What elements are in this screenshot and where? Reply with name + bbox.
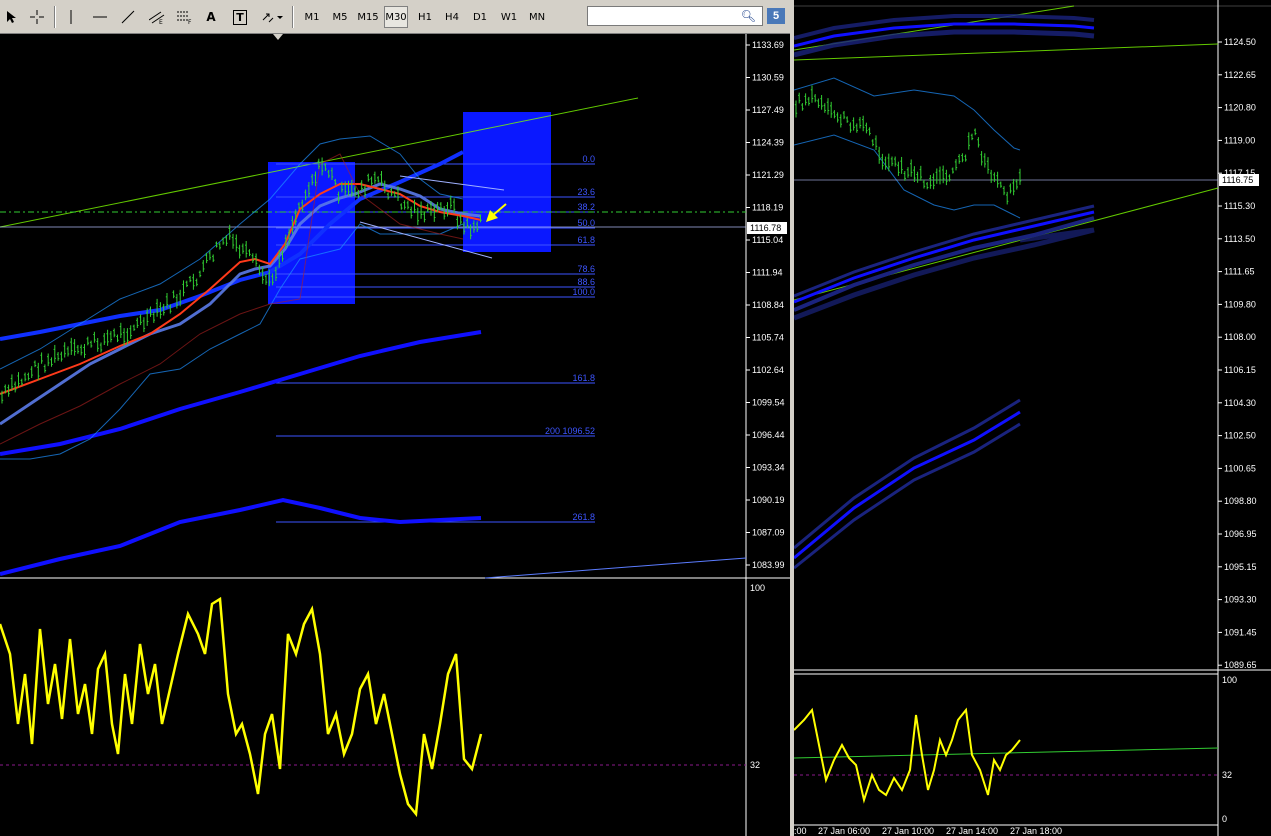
fib-label: 200 1096.52 (545, 426, 595, 436)
fib-label: 0.0 (582, 154, 595, 164)
right-price-label: 1104.30 (1224, 398, 1256, 408)
chart-toolbar: E F A T 🔍︎ 5 M1 M5 M15 M30 H1 H4 D1 W1 MN (0, 0, 790, 34)
price-label: 1124.39 (752, 138, 784, 148)
time-label: :00 (794, 826, 807, 836)
right-price-label: 1120.80 (1224, 103, 1256, 113)
vertical-line-icon[interactable] (62, 6, 80, 28)
fib-label: 100.0 (572, 287, 595, 297)
notification-badge[interactable]: 5 (767, 8, 785, 24)
timeframe-m15[interactable]: M15 (356, 6, 380, 28)
time-label: 27 Jan 06:00 (818, 826, 870, 836)
arrows-menu-icon[interactable] (258, 6, 286, 28)
right-osc-level-0: 0 (1222, 814, 1227, 824)
fib-label: 78.6 (577, 264, 595, 274)
right-price-label: 1108.00 (1224, 332, 1256, 342)
timeframe-h1[interactable]: H1 (413, 6, 437, 28)
right-price-label: 1095.15 (1224, 562, 1257, 572)
right-current-price-label: 1116.75 (1222, 175, 1253, 185)
right-price-label: 1091.45 (1224, 627, 1257, 637)
timeframe-h4[interactable]: H4 (440, 6, 464, 28)
price-label: 1118.19 (752, 203, 783, 213)
timeframe-m1[interactable]: M1 (300, 6, 324, 28)
fibonacci-retracement-icon[interactable]: F (174, 6, 196, 28)
right-osc-level-32: 32 (1222, 770, 1232, 780)
time-label: 27 Jan 18:00 (1010, 826, 1062, 836)
price-label: 1121.29 (752, 170, 784, 180)
fib-label: 261.8 (572, 512, 595, 522)
fib-label: 88.6 (577, 277, 595, 287)
price-label: 1093.34 (752, 463, 785, 473)
current-price-label: 1116.78 (750, 223, 781, 233)
price-label: 1087.09 (752, 528, 785, 538)
price-label: 1083.99 (752, 560, 785, 570)
text-label-letter: T (233, 9, 247, 25)
horizontal-line-icon[interactable] (90, 6, 110, 28)
right-price-label: 1113.50 (1224, 234, 1255, 244)
timeframe-d1[interactable]: D1 (468, 6, 492, 28)
trendline-icon[interactable] (118, 6, 138, 28)
timeframe-mn[interactable]: MN (525, 6, 549, 28)
search-input[interactable]: 🔍︎ (587, 6, 763, 26)
right-price-label: 1093.30 (1224, 595, 1257, 605)
right-price-label: 1106.15 (1224, 365, 1256, 375)
timeframe-m30[interactable]: M30 (384, 6, 408, 28)
price-label: 1108.84 (752, 300, 784, 310)
osc-level-32: 32 (750, 760, 760, 770)
price-label: 1111.94 (752, 268, 783, 278)
price-label: 1127.49 (752, 105, 784, 115)
osc-level-100: 100 (750, 583, 765, 593)
time-label: 27 Jan 14:00 (946, 826, 998, 836)
fib-label: 23.6 (577, 187, 595, 197)
equidistant-channel-icon[interactable]: E (146, 6, 168, 28)
text-label-button[interactable]: T (230, 6, 250, 28)
left-chart[interactable]: 1133.69 1130.59 1127.49 1124.39 1121.29 1118.… (0, 34, 790, 836)
cursor-arrow-icon[interactable] (2, 6, 22, 28)
right-osc-level-100: 100 (1222, 675, 1237, 685)
price-label: 1115.04 (752, 235, 783, 245)
right-price-label: 1122.65 (1224, 70, 1256, 80)
target-zone-box (463, 112, 551, 252)
fib-label: 61.8 (577, 235, 595, 245)
time-label: 27 Jan 10:00 (882, 826, 934, 836)
fib-label: 38.2 (577, 202, 595, 212)
price-label: 1090.19 (752, 495, 785, 505)
right-price-label: 1111.65 (1224, 267, 1255, 277)
right-price-label: 1100.65 (1224, 463, 1256, 473)
svg-text:E: E (159, 19, 163, 24)
right-price-label: 1096.95 (1224, 529, 1257, 539)
price-label: 1105.74 (752, 333, 784, 343)
timeframe-w1[interactable]: W1 (497, 6, 521, 28)
price-label: 1133.69 (752, 40, 784, 50)
right-price-label: 1119.00 (1224, 135, 1255, 145)
search-icon: 🔍︎ (740, 9, 756, 23)
right-price-label: 1098.80 (1224, 496, 1257, 506)
text-tool-button[interactable]: A (202, 6, 220, 28)
time-axis: :00 27 Jan 06:00 27 Jan 10:00 27 Jan 14:00 2… (794, 826, 1062, 836)
fib-label: 161.8 (572, 373, 595, 383)
price-label: 1099.54 (752, 398, 785, 408)
price-label: 1096.44 (752, 430, 785, 440)
svg-text:F: F (188, 19, 192, 24)
right-chart[interactable]: 1124.501122.651120.801119.001117.151115.… (794, 0, 1271, 836)
right-price-label: 1109.80 (1224, 299, 1256, 309)
right-price-label: 1115.30 (1224, 201, 1255, 211)
crosshair-icon[interactable] (26, 6, 48, 28)
right-price-label: 1124.50 (1224, 37, 1256, 47)
right-price-label: 1102.50 (1224, 431, 1256, 441)
timeframe-m5[interactable]: M5 (328, 6, 352, 28)
right-price-label: 1089.65 (1224, 660, 1257, 670)
price-label: 1102.64 (752, 365, 784, 375)
price-label: 1130.59 (752, 73, 784, 83)
